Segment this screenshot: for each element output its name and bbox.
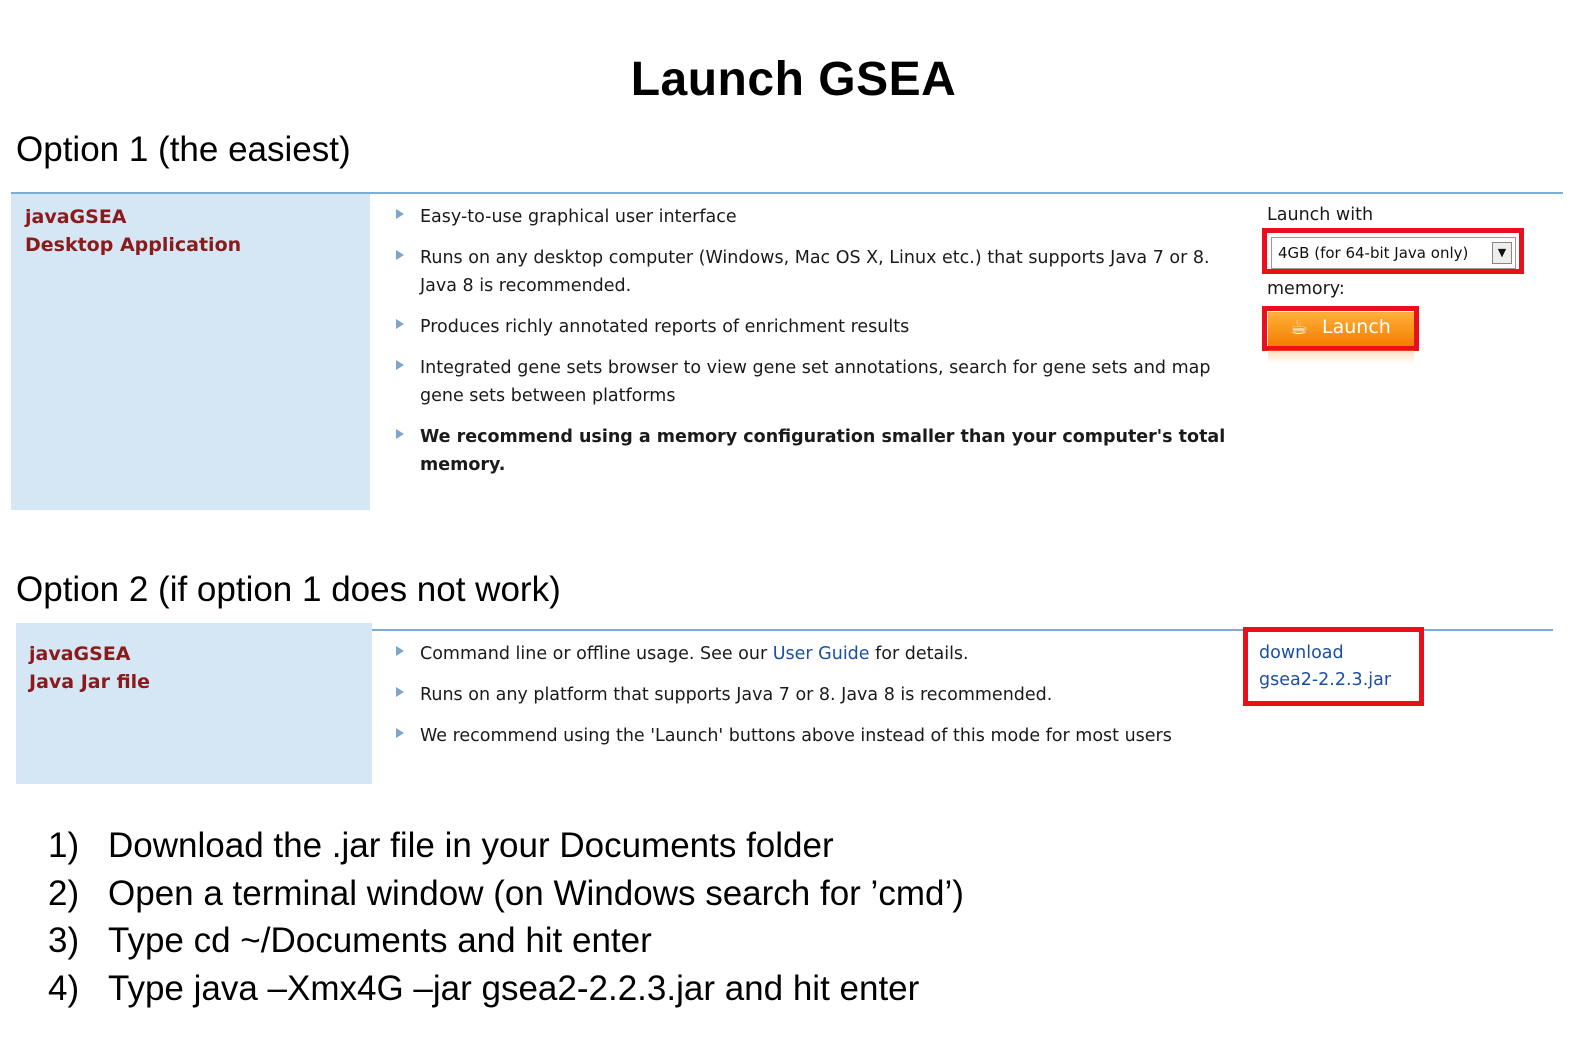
download-link-line1[interactable]: download [1259, 640, 1391, 667]
launch-button-reflection [1268, 350, 1414, 364]
list-item-text: Runs on any desktop computer (Windows, M… [420, 248, 1210, 296]
option1-heading: Option 1 (the easiest) [16, 130, 351, 169]
user-guide-link[interactable]: User Guide [773, 644, 870, 664]
memory-label: memory: [1267, 279, 1345, 299]
list-item: 1) Download the .jar file in your Documen… [48, 822, 964, 870]
bullet-arrow-icon [396, 209, 404, 219]
list-item-text: Command line or offline usage. See our [420, 644, 773, 664]
list-item-text: Produces richly annotated reports of enr… [420, 317, 910, 337]
list-item: Command line or offline usage. See our U… [394, 640, 1254, 668]
list-item: Produces richly annotated reports of enr… [394, 313, 1234, 341]
option1-side-label-line1: javaGSEA [25, 206, 127, 228]
bullet-arrow-icon [396, 646, 404, 656]
bullet-arrow-icon [396, 360, 404, 370]
step-text: Type cd ~/Documents and hit enter [108, 921, 652, 960]
list-item: We recommend using the 'Launch' buttons … [394, 722, 1254, 750]
list-item: 4) Type java –Xmx4G –jar gsea2-2.2.3.jar … [48, 965, 964, 1013]
memory-select[interactable]: 4GB (for 64-bit Java only) ▼ [1271, 237, 1516, 269]
page-title: Launch GSEA [630, 53, 957, 106]
option2-side-label: javaGSEA Java Jar file [29, 640, 150, 696]
step-text: Download the .jar file in your Documents… [108, 826, 834, 865]
java-cup-icon: ☕ [1290, 315, 1308, 339]
list-item: Integrated gene sets browser to view gen… [394, 354, 1234, 410]
instructions-list: 1) Download the .jar file in your Documen… [48, 822, 964, 1012]
list-item-text: Integrated gene sets browser to view gen… [420, 358, 1211, 406]
list-item: 2) Open a terminal window (on Windows sea… [48, 870, 964, 918]
list-item-text: Runs on any platform that supports Java … [420, 685, 1053, 705]
memory-select-value: 4GB (for 64-bit Java only) [1278, 244, 1469, 262]
step-text: Open a terminal window (on Windows searc… [108, 873, 964, 913]
list-item-text: Easy-to-use graphical user interface [420, 207, 737, 227]
list-item: Runs on any platform that supports Java … [394, 681, 1254, 709]
list-item: 3) Type cd ~/Documents and hit enter [48, 917, 964, 965]
option1-feature-list: Easy-to-use graphical user interface Run… [394, 203, 1234, 492]
list-item: We recommend using a memory configuratio… [394, 423, 1234, 479]
bullet-arrow-icon [396, 319, 404, 329]
option2-side-label-line2: Java Jar file [29, 671, 151, 693]
list-item-text: for details. [869, 644, 969, 664]
launch-button-label: Launch [1322, 316, 1391, 338]
bullet-arrow-icon [396, 687, 404, 697]
option2-side-label-line1: javaGSEA [29, 643, 131, 665]
step-number: 4) [48, 968, 80, 1008]
bullet-arrow-icon [396, 728, 404, 738]
step-number: 3) [48, 921, 80, 960]
chevron-down-icon[interactable]: ▼ [1492, 242, 1512, 264]
option1-side-label-line2: Desktop Application [25, 234, 242, 256]
option2-feature-list: Command line or offline usage. See our U… [394, 640, 1254, 763]
step-number: 1) [48, 826, 80, 865]
list-item: Easy-to-use graphical user interface [394, 203, 1234, 231]
option2-heading: Option 2 (if option 1 does not work) [16, 570, 561, 609]
launch-with-label: Launch with [1267, 205, 1374, 225]
list-item: Runs on any desktop computer (Windows, M… [394, 244, 1234, 300]
list-item-text: We recommend using a memory configuratio… [420, 427, 1226, 475]
step-number: 2) [48, 873, 80, 913]
bullet-arrow-icon [396, 429, 404, 439]
option1-side-label: javaGSEA Desktop Application [25, 203, 241, 259]
step-text: Type java –Xmx4G –jar gsea2-2.2.3.jar an… [108, 968, 920, 1008]
bullet-arrow-icon [396, 250, 404, 260]
launch-button[interactable]: ☕ Launch [1268, 312, 1414, 346]
list-item-text: We recommend using the 'Launch' buttons … [420, 726, 1172, 746]
download-jar-link[interactable]: download gsea2-2.2.3.jar [1259, 640, 1391, 694]
download-link-line2[interactable]: gsea2-2.2.3.jar [1259, 667, 1391, 694]
